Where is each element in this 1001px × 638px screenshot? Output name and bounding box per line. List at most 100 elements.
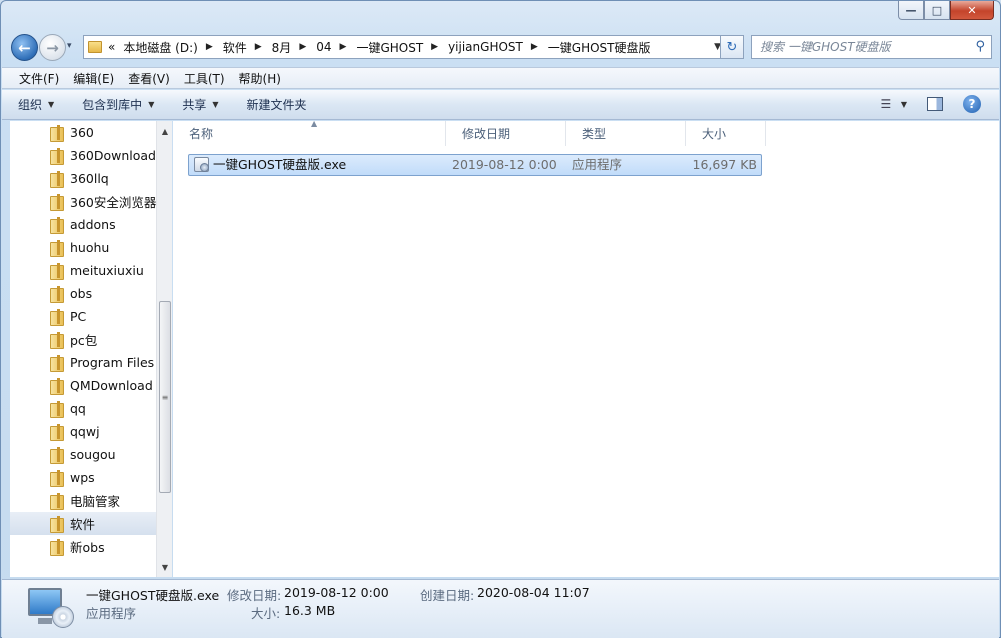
- tree-item[interactable]: 360安全浏览器下载: [10, 190, 156, 213]
- back-button[interactable]: ←: [11, 34, 38, 61]
- menu-tools[interactable]: 工具(T): [177, 70, 232, 87]
- file-row[interactable]: 一键GHOST硬盘版.exe 2019-08-12 0:00 应用程序 16,6…: [188, 154, 762, 176]
- folder-icon: [50, 355, 64, 372]
- chevron-right-icon[interactable]: ▶: [431, 42, 438, 52]
- tree-item[interactable]: addons: [10, 213, 156, 236]
- breadcrumb-item[interactable]: 一键GHOST: [356, 39, 423, 56]
- menu-help[interactable]: 帮助(H): [232, 70, 288, 87]
- breadcrumb-item[interactable]: 8月: [272, 39, 292, 56]
- tree-item[interactable]: QMDownload: [10, 374, 156, 397]
- application-icon: [194, 157, 209, 172]
- folder-icon: [50, 240, 64, 257]
- tree-item[interactable]: pc包: [10, 328, 156, 351]
- search-icon[interactable]: ⚲: [975, 39, 985, 54]
- breadcrumb-item[interactable]: 软件: [223, 39, 247, 56]
- include-in-library-button[interactable]: 包含到库中 ▼: [82, 96, 154, 113]
- address-bar[interactable]: « 本地磁盘 (D:) ▶ 软件 ▶ 8月 ▶ 04 ▶ 一键GHOST ▶ yijian…: [83, 35, 726, 59]
- column-header-modified[interactable]: 修改日期: [446, 121, 566, 146]
- tree-item[interactable]: sougou: [10, 443, 156, 466]
- details-filetype: 应用程序: [86, 606, 137, 621]
- tree-item[interactable]: 360: [10, 121, 156, 144]
- organize-button[interactable]: 组织 ▼: [18, 96, 54, 113]
- chevron-right-icon[interactable]: ▶: [206, 42, 213, 52]
- tree-item-label: addons: [70, 217, 116, 232]
- breadcrumb-overflow[interactable]: «: [108, 40, 115, 54]
- folder-icon: [50, 493, 64, 510]
- tree-item-label: 电脑管家: [70, 494, 121, 509]
- new-folder-button[interactable]: 新建文件夹: [247, 96, 307, 113]
- minimize-button[interactable]: —: [898, 1, 924, 20]
- tree-item-label: wps: [70, 470, 95, 485]
- chevron-down-icon: ▼: [48, 100, 55, 109]
- breadcrumb: « 本地磁盘 (D:) ▶ 软件 ▶ 8月 ▶ 04 ▶ 一键GHOST ▶ yijian…: [108, 39, 651, 56]
- column-header-type[interactable]: 类型: [566, 121, 686, 146]
- view-options-icon[interactable]: ☰: [877, 96, 895, 112]
- tree-item[interactable]: PC: [10, 305, 156, 328]
- search-input[interactable]: [760, 40, 965, 54]
- breadcrumb-item[interactable]: 本地磁盘 (D:): [123, 39, 197, 56]
- help-icon[interactable]: ?: [963, 95, 981, 113]
- folder-icon: [50, 378, 64, 395]
- menu-file[interactable]: 文件(F): [12, 70, 66, 87]
- details-size-value: 16.3 MB: [284, 603, 336, 618]
- scroll-up-icon[interactable]: ▲: [157, 123, 173, 139]
- tree-item[interactable]: huohu: [10, 236, 156, 259]
- details-modified-value: 2019-08-12 0:00: [284, 585, 389, 600]
- tree-item-selected[interactable]: 软件: [10, 512, 156, 535]
- scroll-down-icon[interactable]: ▼: [157, 559, 173, 575]
- chevron-right-icon[interactable]: ▶: [255, 42, 262, 52]
- tree-item[interactable]: 新obs: [10, 535, 156, 558]
- tree-item[interactable]: meituxiuxiu: [10, 259, 156, 282]
- details-modified-label: 修改日期:: [227, 588, 282, 603]
- command-bar: 组织 ▼ 包含到库中 ▼ 共享 ▼ 新建文件夹 ☰ ▼ ?: [2, 90, 999, 120]
- preview-pane-icon[interactable]: [927, 97, 943, 111]
- scroll-thumb[interactable]: ≡: [159, 301, 171, 493]
- search-box[interactable]: ⚲: [751, 35, 992, 59]
- menu-view[interactable]: 查看(V): [121, 70, 177, 87]
- details-created-label: 创建日期:: [420, 588, 475, 603]
- maximize-button[interactable]: □: [924, 1, 950, 20]
- tree-item[interactable]: 电脑管家: [10, 489, 156, 512]
- chevron-right-icon[interactable]: ▶: [340, 42, 347, 52]
- tree-item-label: meituxiuxiu: [70, 263, 144, 278]
- recent-pages-dropdown[interactable]: ▾: [67, 41, 72, 51]
- tree-item[interactable]: wps: [10, 466, 156, 489]
- column-label: 类型: [582, 127, 607, 141]
- tree-item[interactable]: Program Files: [10, 351, 156, 374]
- breadcrumb-item[interactable]: yijianGHOST: [448, 40, 523, 54]
- file-size: 16,697 KB: [692, 157, 757, 172]
- file-name: 一键GHOST硬盘版.exe: [213, 157, 347, 172]
- share-label: 共享: [182, 98, 207, 112]
- tree-item[interactable]: 360llq: [10, 167, 156, 190]
- share-button[interactable]: 共享 ▼: [182, 96, 218, 113]
- refresh-button[interactable]: ↻: [720, 35, 744, 59]
- tree-scrollbar[interactable]: ▲ ≡ ▼: [156, 121, 172, 577]
- tree-item[interactable]: obs: [10, 282, 156, 305]
- caption-buttons: — □ ✕: [898, 1, 994, 21]
- tree-item-label: 新obs: [70, 540, 105, 555]
- tree-item[interactable]: 360Downloads: [10, 144, 156, 167]
- column-label: 修改日期: [462, 127, 511, 141]
- menu-edit[interactable]: 编辑(E): [66, 70, 121, 87]
- tree-item[interactable]: qq: [10, 397, 156, 420]
- tree-item[interactable]: qqwj: [10, 420, 156, 443]
- view-dropdown-icon[interactable]: ▼: [901, 100, 907, 109]
- close-button[interactable]: ✕: [950, 1, 994, 20]
- folder-icon: [50, 263, 64, 280]
- column-header-name[interactable]: 名称: [173, 121, 446, 146]
- tree-item-label: obs: [70, 286, 93, 301]
- navigation-tree: 360 360Downloads 360llq 360安全浏览器下载 addon…: [10, 121, 156, 577]
- chevron-right-icon[interactable]: ▶: [299, 42, 306, 52]
- tree-item-label: PC: [70, 309, 87, 324]
- folder-icon: [50, 194, 64, 211]
- organize-label: 组织: [18, 98, 43, 112]
- folder-icon: [88, 41, 102, 53]
- tree-item-label: 软件: [70, 517, 96, 532]
- breadcrumb-item[interactable]: 一键GHOST硬盘版: [548, 39, 651, 56]
- column-header-size[interactable]: 大小: [686, 121, 766, 146]
- forward-button[interactable]: →: [39, 34, 66, 61]
- breadcrumb-item[interactable]: 04: [316, 40, 331, 54]
- folder-icon: [50, 286, 64, 303]
- menu-bar: 文件(F) 编辑(E) 查看(V) 工具(T) 帮助(H): [2, 67, 999, 89]
- chevron-right-icon[interactable]: ▶: [531, 42, 538, 52]
